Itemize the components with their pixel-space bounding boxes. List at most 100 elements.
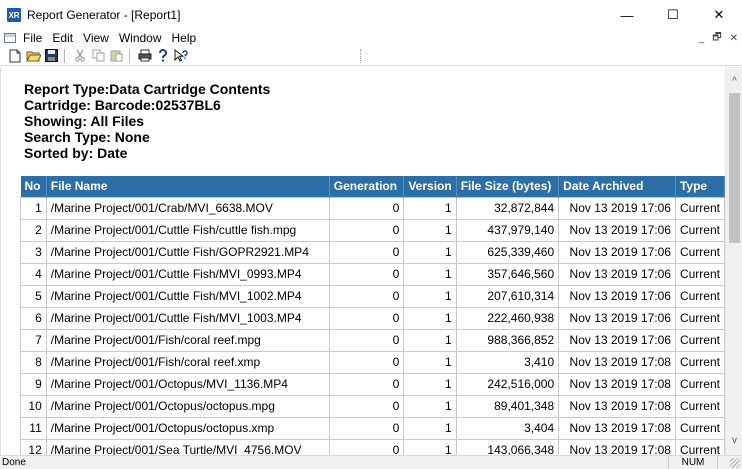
cell-file-name: /Marine Project/001/Cuttle Fish/cuttle f… (45, 218, 330, 242)
cell-file-size: 242,516,000 (455, 372, 560, 396)
menu-window[interactable]: Window (119, 31, 162, 45)
cell-version: 1 (403, 218, 457, 242)
menu-help[interactable]: Help (172, 31, 197, 45)
cell-no: 4 (20, 262, 47, 286)
cell-no: 8 (20, 350, 47, 374)
cell-generation: 0 (328, 284, 405, 308)
cell-no: 10 (20, 394, 47, 418)
cell-file-name: /Marine Project/001/Sea Turtle/MVI_4756.… (45, 438, 330, 455)
cell-file-size: 3,404 (455, 416, 560, 440)
cell-file-size: 357,646,560 (455, 262, 560, 286)
table-row[interactable]: 2/Marine Project/001/Cuttle Fish/cuttle … (20, 218, 725, 242)
cell-version: 1 (403, 394, 457, 418)
vertical-scrollbar[interactable]: ^ v (725, 67, 742, 455)
cell-date-archived: Nov 13 2019 17:06 (558, 306, 676, 330)
cell-version: 1 (403, 416, 457, 440)
cut-icon[interactable] (72, 48, 88, 64)
cell-date-archived: Nov 13 2019 17:08 (558, 372, 676, 396)
table-row[interactable]: 9/Marine Project/001/Octopus/MVI_1136.MP… (20, 372, 725, 396)
mdi-minimize-button[interactable]: _ (699, 33, 705, 44)
cell-file-size: 988,366,852 (455, 328, 560, 352)
table-row[interactable]: 7/Marine Project/001/Fish/coral reef.mpg… (20, 328, 725, 352)
mdi-close-button[interactable]: ✕ (730, 33, 738, 44)
minimize-button[interactable]: — (604, 0, 650, 30)
cell-file-size: 32,872,844 (455, 196, 560, 220)
sort-order: Sorted by: Date (24, 145, 128, 161)
cell-type: Current (674, 328, 725, 352)
copy-icon[interactable] (90, 48, 106, 64)
table-row[interactable]: 3/Marine Project/001/Cuttle Fish/GOPR292… (20, 240, 725, 264)
cell-date-archived: Nov 13 2019 17:08 (558, 438, 676, 455)
scroll-down-arrow-icon[interactable]: v (726, 432, 742, 449)
cell-generation: 0 (328, 372, 405, 396)
cell-type: Current (674, 372, 725, 396)
cell-file-size: 222,460,938 (455, 306, 560, 330)
column-header-file-size: File Size (bytes) (456, 176, 560, 197)
toolbar (0, 46, 742, 66)
cell-type: Current (674, 350, 725, 374)
open-icon[interactable] (25, 48, 41, 64)
cartridge-barcode: Cartridge: Barcode:02537BL6 (24, 97, 221, 113)
cell-file-size: 437,979,140 (455, 218, 560, 242)
cell-generation: 0 (328, 240, 405, 264)
cell-file-size: 625,339,460 (455, 240, 560, 264)
new-icon[interactable] (7, 48, 23, 64)
maximize-button[interactable]: ☐ (650, 0, 696, 30)
cell-generation: 0 (328, 350, 405, 374)
print-icon[interactable] (137, 48, 153, 64)
table-row[interactable]: 11/Marine Project/001/Octopus/octopus.xm… (20, 416, 725, 440)
cell-file-name: /Marine Project/001/Cuttle Fish/MVI_0993… (45, 262, 330, 286)
menu-edit[interactable]: Edit (52, 31, 73, 45)
cell-type: Current (674, 394, 725, 418)
table-row[interactable]: 1/Marine Project/001/Crab/MVI_6638.MOV 0 1… (20, 196, 725, 220)
column-header-no: No (20, 176, 47, 197)
document-icon[interactable] (4, 33, 16, 43)
resize-grip-icon[interactable] (730, 458, 740, 468)
cell-generation: 0 (328, 196, 405, 220)
paste-icon[interactable] (108, 48, 124, 64)
report-header: Report Type:Data Cartridge Contents Cart… (24, 81, 270, 161)
app-icon: XR (7, 8, 21, 22)
toolbar-grip[interactable] (360, 49, 362, 63)
close-button[interactable]: ✕ (696, 0, 742, 30)
cell-file-name: /Marine Project/001/Fish/coral reef.xmp (45, 350, 330, 374)
table-row[interactable]: 10/Marine Project/001/Octopus/octopus.mp… (20, 394, 725, 418)
toolbar-separator (64, 48, 65, 63)
cell-version: 1 (403, 350, 457, 374)
help-icon[interactable] (155, 48, 171, 64)
cell-no: 3 (20, 240, 47, 264)
cell-type: Current (674, 306, 725, 330)
table-row[interactable]: 12/Marine Project/001/Sea Turtle/MVI_475… (20, 438, 725, 455)
table-row[interactable]: 8/Marine Project/001/Fish/coral reef.xmp… (20, 350, 725, 374)
context-help-icon[interactable] (173, 48, 189, 64)
cell-generation: 0 (328, 218, 405, 242)
table-row[interactable]: 6/Marine Project/001/Cuttle Fish/MVI_100… (20, 306, 725, 330)
cell-date-archived: Nov 13 2019 17:08 (558, 416, 676, 440)
table-row[interactable]: 5/Marine Project/001/Cuttle Fish/MVI_100… (20, 284, 725, 308)
scrollbar-thumb[interactable] (729, 93, 740, 243)
save-icon[interactable] (43, 48, 59, 64)
menu-file[interactable]: File (23, 31, 42, 45)
mdi-restore-button[interactable]: 🗗 (712, 30, 721, 47)
window-controls: — ☐ ✕ (604, 0, 742, 30)
cell-date-archived: Nov 13 2019 17:06 (558, 240, 676, 264)
cell-date-archived: Nov 13 2019 17:08 (558, 350, 676, 374)
cell-no: 6 (20, 306, 47, 330)
cell-no: 5 (20, 284, 47, 308)
status-bar: Done NUM (0, 455, 742, 469)
cell-file-name: /Marine Project/001/Fish/coral reef.mpg (45, 328, 330, 352)
column-header-generation: Generation (329, 176, 405, 197)
toolbar-separator (129, 48, 130, 63)
menu-view[interactable]: View (83, 31, 109, 45)
cell-date-archived: Nov 13 2019 17:06 (558, 196, 676, 220)
cell-no: 9 (20, 372, 47, 396)
cell-no: 7 (20, 328, 47, 352)
mdi-controls: _ 🗗 ✕ (699, 30, 738, 46)
report-table: No File Name Generation Version File Siz… (20, 176, 725, 455)
cell-type: Current (674, 284, 725, 308)
cell-file-size: 207,610,314 (455, 284, 560, 308)
table-row[interactable]: 4/Marine Project/001/Cuttle Fish/MVI_099… (20, 262, 725, 286)
scroll-up-arrow-icon[interactable]: ^ (726, 73, 742, 90)
column-header-file-name: File Name (46, 176, 330, 197)
cell-generation: 0 (328, 306, 405, 330)
